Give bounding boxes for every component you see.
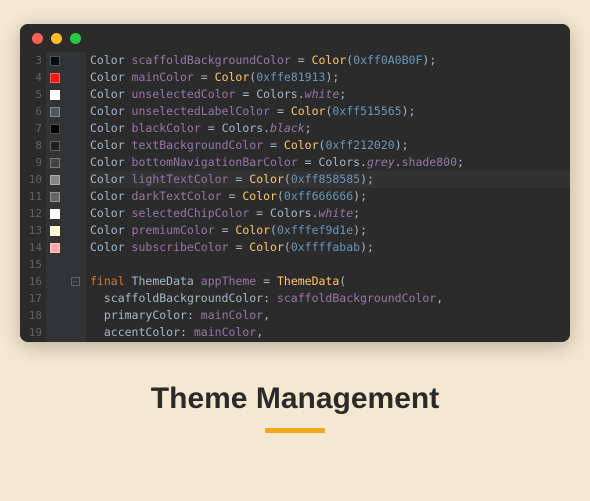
code-line[interactable]: Color selectedChipColor = Colors.white; bbox=[90, 205, 570, 222]
code-content[interactable]: Color scaffoldBackgroundColor = Color(0x… bbox=[86, 52, 570, 342]
gutter-cell bbox=[64, 222, 86, 239]
line-number: 19 bbox=[20, 324, 42, 341]
gutter-cell bbox=[64, 188, 86, 205]
line-number-gutter: 345678910111213141516171819 bbox=[20, 52, 46, 342]
gutter-cell: − bbox=[64, 273, 86, 290]
page-title: Theme Management bbox=[151, 382, 439, 416]
color-swatch-icon[interactable] bbox=[50, 158, 60, 168]
line-number: 10 bbox=[20, 171, 42, 188]
gutter-cell bbox=[64, 154, 86, 171]
minimize-icon[interactable] bbox=[51, 33, 62, 44]
code-line[interactable]: Color mainColor = Color(0xffe81913); bbox=[90, 69, 570, 86]
code-line[interactable]: Color bottomNavigationBarColor = Colors.… bbox=[90, 154, 570, 171]
gutter-cell bbox=[64, 69, 86, 86]
line-number: 16 bbox=[20, 273, 42, 290]
color-swatch-icon[interactable] bbox=[50, 124, 60, 134]
gutter-cell bbox=[64, 307, 86, 324]
gutter-cell bbox=[64, 120, 86, 137]
code-line[interactable]: primaryColor: mainColor, bbox=[90, 307, 570, 324]
line-number: 4 bbox=[20, 69, 42, 86]
code-line[interactable]: accentColor: mainColor, bbox=[90, 324, 570, 341]
code-line[interactable]: Color darkTextColor = Color(0xff666666); bbox=[90, 188, 570, 205]
line-number: 15 bbox=[20, 256, 42, 273]
code-line[interactable] bbox=[90, 256, 570, 273]
line-number: 11 bbox=[20, 188, 42, 205]
window-titlebar bbox=[20, 24, 570, 52]
line-number: 17 bbox=[20, 290, 42, 307]
code-line[interactable]: final ThemeData appTheme = ThemeData( bbox=[90, 273, 570, 290]
line-number: 5 bbox=[20, 86, 42, 103]
code-editor: 345678910111213141516171819 − Color scaf… bbox=[20, 24, 570, 342]
gutter-cell bbox=[64, 205, 86, 222]
code-line[interactable]: Color subscribeColor = Color(0xffffabab)… bbox=[90, 239, 570, 256]
line-number: 9 bbox=[20, 154, 42, 171]
code-line[interactable]: Color textBackgroundColor = Color(0xff21… bbox=[90, 137, 570, 154]
color-swatch-icon[interactable] bbox=[50, 90, 60, 100]
gutter-cell bbox=[64, 239, 86, 256]
color-swatch-icon[interactable] bbox=[50, 73, 60, 83]
code-area: 345678910111213141516171819 − Color scaf… bbox=[20, 52, 570, 342]
gutter-cell bbox=[64, 290, 86, 307]
color-swatch-icon bbox=[50, 311, 60, 321]
code-line[interactable]: Color scaffoldBackgroundColor = Color(0x… bbox=[90, 52, 570, 69]
maximize-icon[interactable] bbox=[70, 33, 81, 44]
gutter-cell bbox=[64, 171, 86, 188]
color-swatch-icon[interactable] bbox=[50, 56, 60, 66]
code-line[interactable]: Color premiumColor = Color(0xfffef9d1e); bbox=[90, 222, 570, 239]
gutter-cell bbox=[64, 103, 86, 120]
fold-icon[interactable]: − bbox=[71, 277, 80, 286]
line-number: 6 bbox=[20, 103, 42, 120]
gutter-cell bbox=[64, 256, 86, 273]
color-swatch-icon[interactable] bbox=[50, 192, 60, 202]
color-swatch-icon[interactable] bbox=[50, 107, 60, 117]
line-number: 12 bbox=[20, 205, 42, 222]
code-line[interactable]: Color unselectedLabelColor = Color(0xff5… bbox=[90, 103, 570, 120]
line-number: 18 bbox=[20, 307, 42, 324]
color-swatch-icon[interactable] bbox=[50, 175, 60, 185]
code-line[interactable]: Color lightTextColor = Color(0xff858585)… bbox=[90, 171, 570, 188]
code-line[interactable]: Color unselectedColor = Colors.white; bbox=[90, 86, 570, 103]
line-number: 3 bbox=[20, 52, 42, 69]
color-swatch-icon[interactable] bbox=[50, 226, 60, 236]
gutter-cell bbox=[64, 86, 86, 103]
color-swatch-icon[interactable] bbox=[50, 141, 60, 151]
close-icon[interactable] bbox=[32, 33, 43, 44]
line-number: 7 bbox=[20, 120, 42, 137]
color-swatch-icon bbox=[50, 260, 60, 270]
gutter-cell bbox=[64, 52, 86, 69]
line-number: 14 bbox=[20, 239, 42, 256]
color-swatch-gutter bbox=[46, 52, 64, 342]
fold-gutter: − bbox=[64, 52, 86, 342]
color-swatch-icon bbox=[50, 277, 60, 287]
line-number: 8 bbox=[20, 137, 42, 154]
color-swatch-icon[interactable] bbox=[50, 243, 60, 253]
color-swatch-icon[interactable] bbox=[50, 209, 60, 219]
color-swatch-icon bbox=[50, 294, 60, 304]
color-swatch-icon bbox=[50, 328, 60, 338]
code-line[interactable]: scaffoldBackgroundColor: scaffoldBackgro… bbox=[90, 290, 570, 307]
title-underline bbox=[265, 428, 325, 433]
line-number: 13 bbox=[20, 222, 42, 239]
gutter-cell bbox=[64, 324, 86, 341]
code-line[interactable]: Color blackColor = Colors.black; bbox=[90, 120, 570, 137]
gutter-cell bbox=[64, 137, 86, 154]
